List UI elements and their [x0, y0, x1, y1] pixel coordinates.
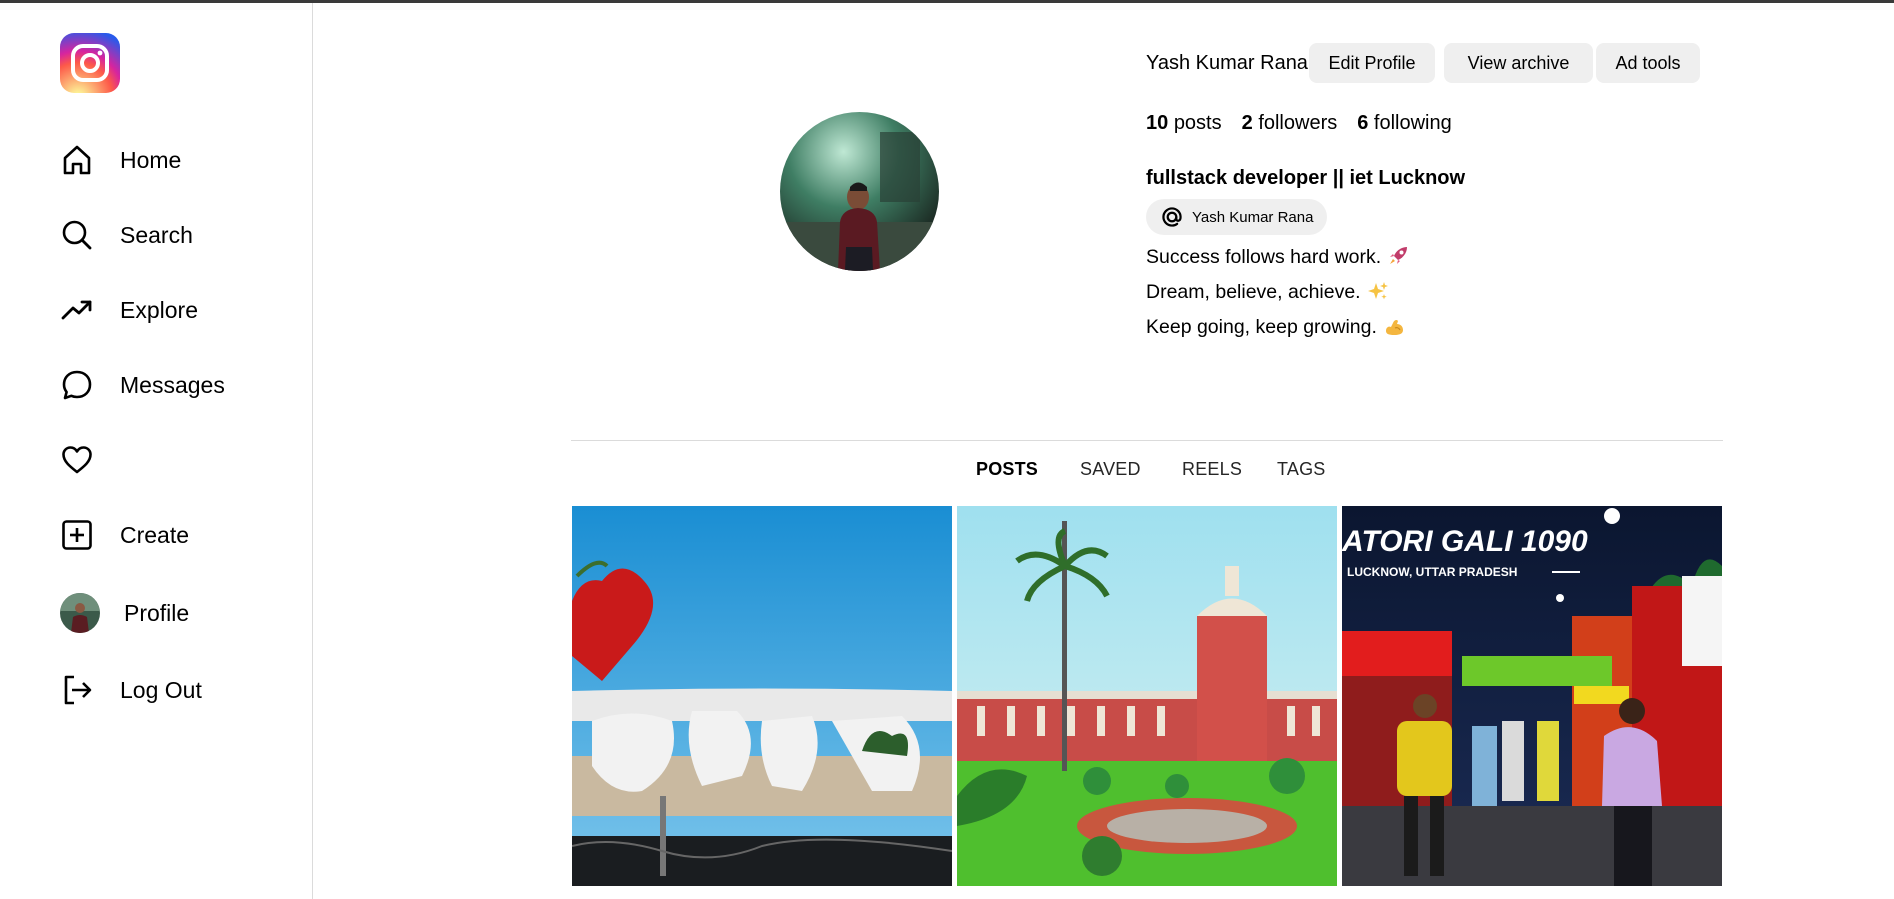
sidebar-item-label: Log Out	[120, 676, 202, 703]
bio-line-text: Keep going, keep growing.	[1146, 316, 1377, 338]
rocket-icon	[1387, 245, 1409, 267]
bio-line-text: Success follows hard work.	[1146, 246, 1382, 268]
plus-square-icon	[60, 518, 94, 552]
sidebar-item-label: Create	[120, 521, 190, 548]
sidebar-item-label: Messages	[120, 371, 225, 398]
search-icon	[60, 218, 94, 252]
posts-count: 10	[1146, 112, 1169, 134]
tab-tags[interactable]: TAGS	[1277, 459, 1325, 480]
sidebar-item-create[interactable]: Create	[60, 513, 189, 557]
chatori-gali-image: ATORI GALI 1090 LUCKNOW, UTTAR PRADESH	[1342, 506, 1722, 886]
bio-line-3: Keep going, keep growing.	[1146, 315, 1405, 339]
sidebar-item-home[interactable]: Home	[60, 138, 181, 182]
sidebar-item-profile[interactable]: Profile	[60, 591, 189, 635]
profile-stats: 10 posts 2 followers 6 following	[1146, 112, 1472, 135]
sidebar-item-explore[interactable]: Explore	[60, 288, 198, 332]
trending-icon	[60, 293, 94, 327]
ad-tools-button[interactable]: Ad tools	[1596, 43, 1700, 83]
bio-line-text: Dream, believe, achieve.	[1146, 281, 1361, 303]
sparkles-icon	[1367, 280, 1389, 302]
bio-line-1: Success follows hard work.	[1146, 245, 1409, 269]
threads-badge[interactable]: Yash Kumar Rana	[1146, 199, 1328, 235]
sidebar-item-search[interactable]: Search	[60, 213, 193, 257]
sidebar-item-label: Profile	[124, 599, 190, 626]
post-overlay-subtitle: LUCKNOW, UTTAR PRADESH	[1347, 565, 1517, 579]
tabs-divider	[571, 440, 1723, 441]
sidebar-item-messages[interactable]: Messages	[60, 363, 225, 407]
sidebar-item-label: Home	[120, 146, 182, 173]
sidebar-item-label: Search	[120, 221, 193, 248]
sidebar: Home Search Explore Messages Create Prof…	[0, 3, 313, 899]
bio-line-2: Dream, believe, achieve.	[1146, 280, 1389, 304]
posts-stat: 10 posts	[1146, 112, 1222, 135]
lucknow-sign-image	[572, 506, 952, 886]
charbagh-station-image	[957, 506, 1337, 886]
flexed-biceps-icon	[1383, 315, 1405, 337]
logout-icon	[60, 673, 94, 707]
post-tile[interactable]	[957, 506, 1337, 886]
profile-username: Yash Kumar Rana	[1146, 52, 1308, 74]
post-overlay-title: ATORI GALI 1090	[1342, 525, 1588, 558]
threads-handle: Yash Kumar Rana	[1192, 208, 1314, 226]
following-label: following	[1373, 112, 1452, 134]
following-count: 6	[1357, 112, 1369, 134]
tab-saved[interactable]: SAVED	[1080, 459, 1141, 480]
avatar	[60, 593, 100, 633]
sidebar-item-logout[interactable]: Log Out	[60, 668, 202, 712]
tab-reels[interactable]: REELS	[1182, 459, 1242, 480]
edit-profile-button[interactable]: Edit Profile	[1309, 43, 1435, 83]
posts-label: posts	[1173, 112, 1222, 134]
profile-avatar[interactable]	[780, 112, 939, 271]
threads-icon	[1160, 202, 1184, 232]
followers-count: 2	[1241, 112, 1253, 134]
message-icon	[60, 368, 94, 402]
heart-icon	[60, 443, 94, 477]
followers-label: followers	[1258, 112, 1338, 134]
home-icon	[60, 143, 94, 177]
sidebar-item-label: Explore	[120, 296, 198, 323]
tab-posts[interactable]: POSTS	[976, 459, 1038, 480]
post-tile[interactable]	[572, 506, 952, 886]
sidebar-item-notifications[interactable]	[60, 438, 120, 482]
post-tile[interactable]: ATORI GALI 1090 LUCKNOW, UTTAR PRADESH	[1342, 506, 1722, 886]
bio-name: fullstack developer || iet Lucknow	[1146, 167, 1466, 189]
followers-stat[interactable]: 2 followers	[1242, 112, 1338, 135]
instagram-logo-icon[interactable]	[60, 33, 120, 93]
view-archive-button[interactable]: View archive	[1444, 43, 1593, 83]
following-stat[interactable]: 6 following	[1357, 112, 1452, 135]
